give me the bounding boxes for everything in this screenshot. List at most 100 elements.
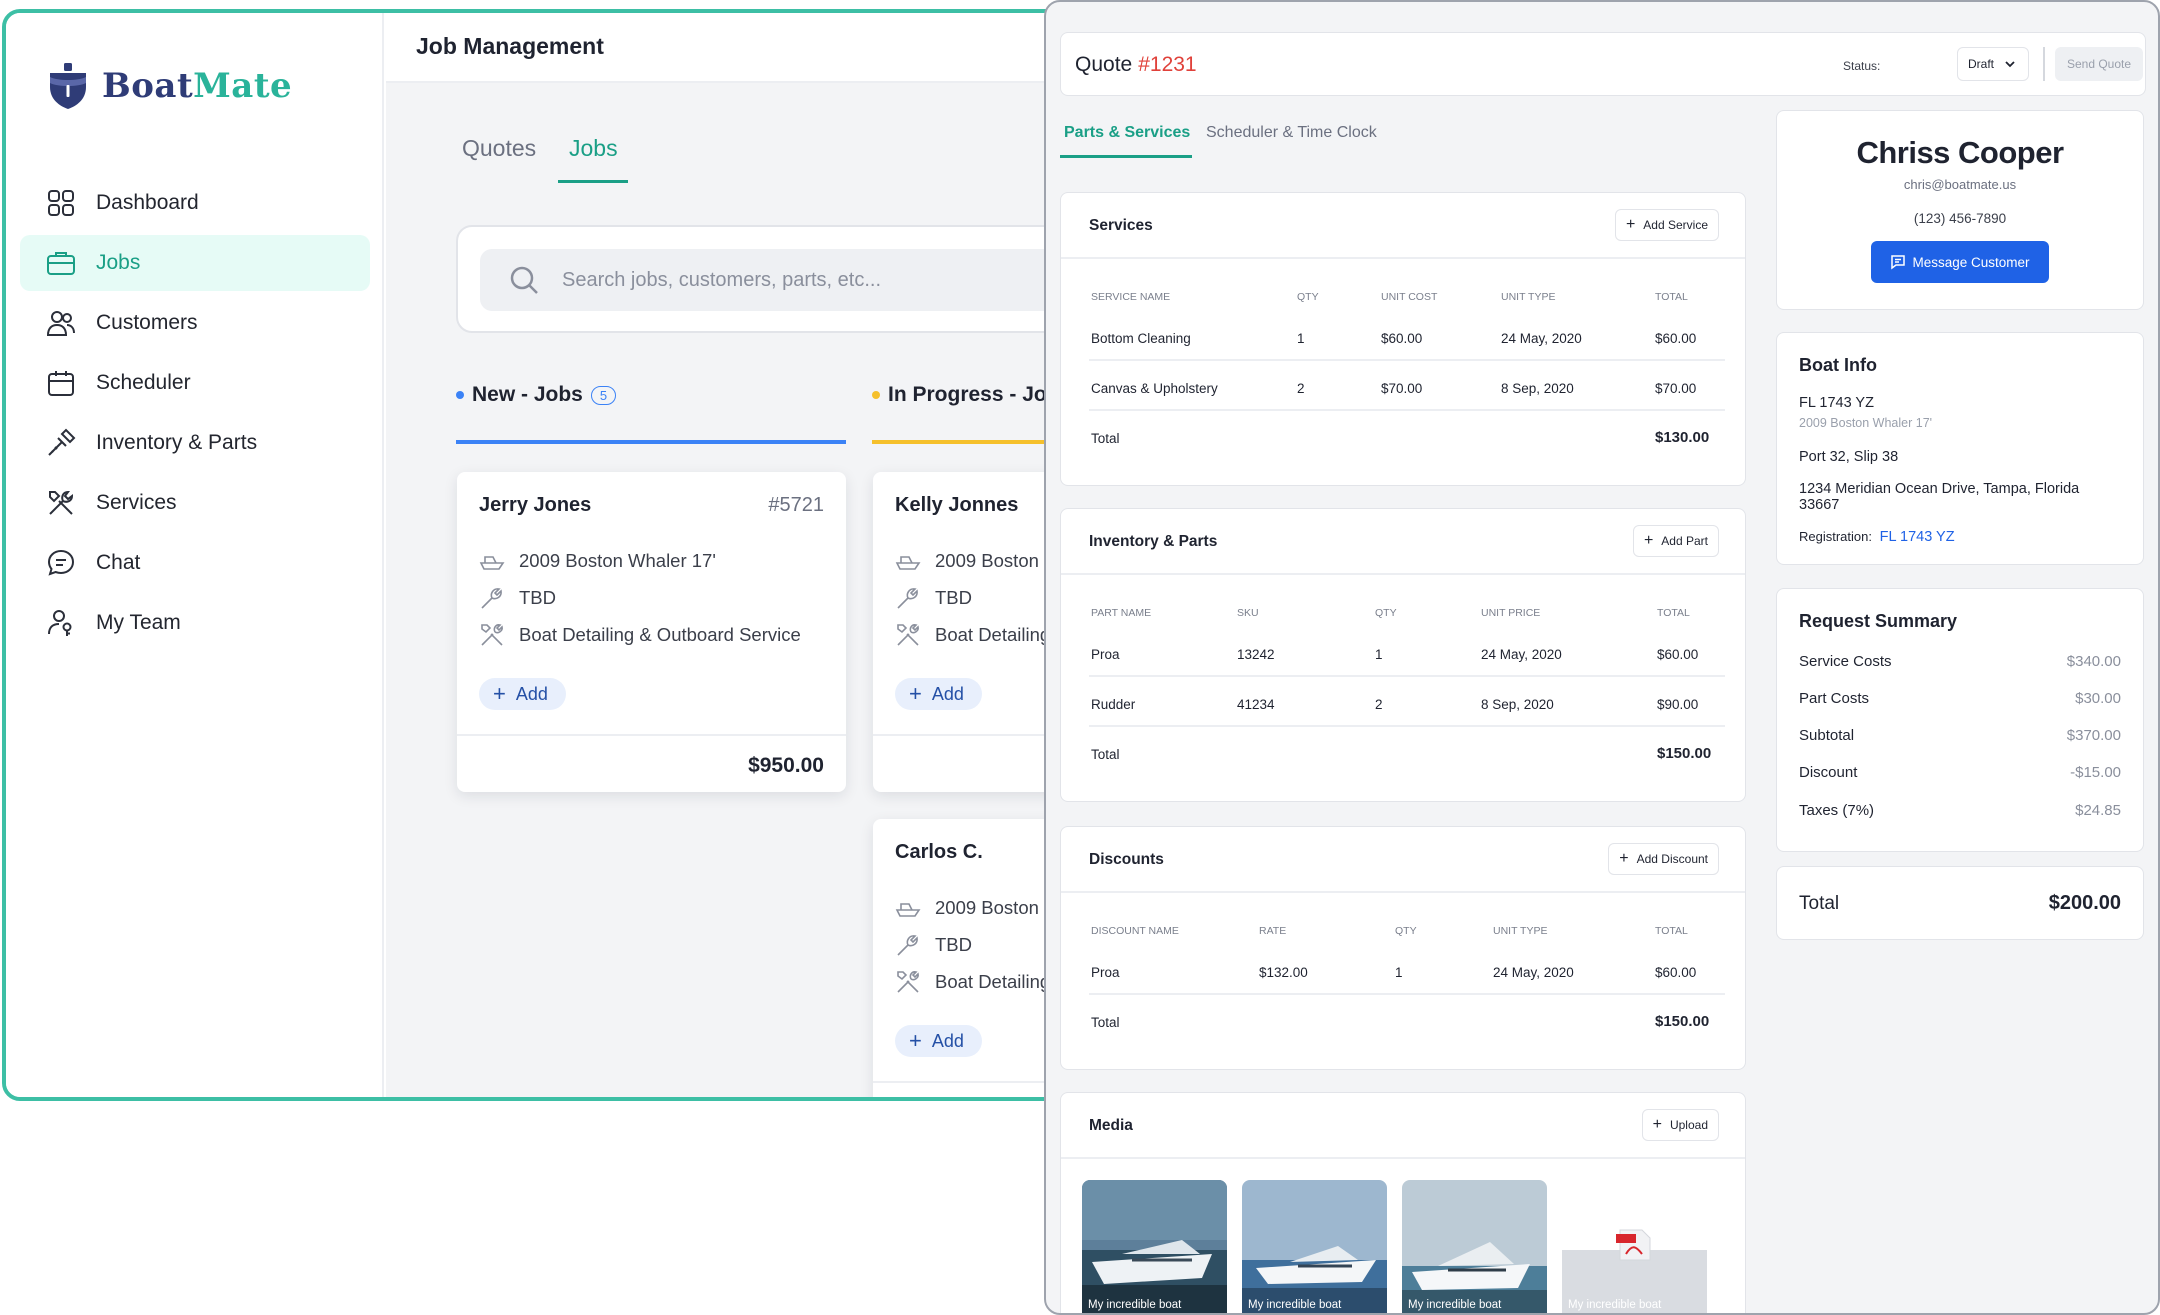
column-header: Total	[1655, 925, 1688, 937]
media-thumbnail[interactable]: My incredible boat	[1082, 1180, 1227, 1313]
media-thumbnail[interactable]: My incredible boat	[1402, 1180, 1547, 1313]
row-divider	[1089, 993, 1725, 995]
brand-name-boat: Boat	[102, 66, 194, 106]
table-cell: 8 Sep, 2020	[1481, 697, 1554, 712]
add-button[interactable]: + Add	[479, 678, 566, 710]
boat-shield-icon	[50, 63, 86, 109]
customer-name: Kelly Jonnes	[895, 494, 1019, 516]
summary-label: Part Costs	[1799, 690, 1870, 707]
boat-icon	[479, 556, 505, 570]
boat-model: 2009 Boston Whaler 17'	[1799, 416, 1933, 430]
column-header: QTY	[1297, 291, 1319, 303]
summary-value: $24.85	[2075, 802, 2121, 819]
tab-scheduler-time-clock[interactable]: Scheduler & Time Clock	[1206, 124, 1377, 142]
discounts-panel: Discounts + Add Discount Discount Name Ra…	[1060, 826, 1746, 1070]
button-label: Upload	[1669, 1118, 1708, 1132]
summary-value: -$15.00	[2070, 764, 2121, 781]
table-cell: $70.00	[1381, 381, 1423, 396]
sidebar-item-chat[interactable]: Chat	[20, 535, 370, 591]
boat-info-card: Boat Info FL 1743 YZ 2009 Boston Whaler …	[1776, 332, 2144, 565]
sidebar-item-my-team[interactable]: My Team	[20, 595, 370, 651]
tab-jobs[interactable]: Jobs	[569, 135, 618, 162]
media-thumbnail[interactable]: My incredible boat	[1562, 1180, 1707, 1313]
add-button[interactable]: + Add	[895, 678, 982, 710]
job-date: TBD	[519, 587, 556, 608]
sidebar-item-jobs[interactable]: Jobs	[20, 235, 370, 291]
add-part-button[interactable]: + Add Part	[1632, 525, 1719, 557]
plus-icon: +	[1625, 216, 1636, 233]
customer-name: Chriss Cooper	[1856, 135, 2064, 170]
column-dot	[872, 391, 880, 399]
job-date: TBD	[935, 934, 972, 955]
boat-photo	[1242, 1180, 1387, 1313]
column-header: QTY	[1395, 925, 1417, 937]
table-cell: 24 May, 2020	[1493, 965, 1574, 980]
customer-name: Jerry Jones	[479, 494, 592, 516]
total-label: Total	[1091, 747, 1120, 762]
drill-icon	[48, 428, 76, 456]
sidebar-item-label: My Team	[96, 611, 181, 634]
panel-divider	[1061, 1157, 1745, 1159]
date-line: TBD	[479, 585, 556, 611]
calendar-icon	[48, 371, 74, 396]
tab-parts-services[interactable]: Parts & Services	[1064, 124, 1190, 142]
sidebar-item-label: Chat	[96, 551, 141, 574]
sidebar-item-dashboard[interactable]: Dashboard	[20, 175, 370, 231]
sidebar-item-inventory[interactable]: Inventory & Parts	[20, 415, 370, 471]
media-caption: My incredible boat	[1568, 1299, 1662, 1311]
upload-button[interactable]: + Upload	[1641, 1109, 1719, 1141]
message-customer-button[interactable]: Message Customer	[1871, 241, 2049, 283]
row-divider	[1089, 725, 1725, 727]
add-button[interactable]: + Add	[895, 1025, 982, 1057]
boat-slip: Port 32, Slip 38	[1799, 449, 1899, 465]
tools-icon	[897, 971, 919, 993]
table-cell: 8 Sep, 2020	[1501, 381, 1574, 396]
add-discount-button[interactable]: + Add Discount	[1608, 843, 1719, 875]
job-management-window: BoatMate Dashboard Jobs Customers Schedu…	[2, 9, 1082, 1101]
table-cell: Proa	[1091, 647, 1120, 662]
add-service-button[interactable]: + Add Service	[1614, 209, 1719, 241]
panel-title: Services	[1089, 217, 1153, 234]
summary-value: $30.00	[2075, 690, 2121, 707]
boat-icon	[895, 556, 921, 570]
sidebar-item-label: Services	[96, 491, 177, 514]
wrench-icon	[481, 588, 502, 609]
search-placeholder: Search jobs, customers, parts, etc...	[562, 268, 882, 291]
sidebar-item-services[interactable]: Services	[20, 475, 370, 531]
card-divider	[457, 734, 846, 736]
inventory-parts-panel: Inventory & Parts + Add Part Part Name SK…	[1060, 508, 1746, 802]
total-label: Total	[1091, 431, 1120, 446]
column-header: SKU	[1237, 607, 1259, 619]
status-select[interactable]: Draft	[1957, 47, 2029, 81]
column-header: Total	[1657, 607, 1690, 619]
sidebar-item-scheduler[interactable]: Scheduler	[20, 355, 370, 411]
plus-icon: +	[1652, 1116, 1662, 1133]
customer-email: chris@boatmate.us	[1903, 177, 2017, 192]
quote-number: #1231	[1138, 53, 1197, 76]
tab-active-underline	[1060, 155, 1192, 158]
sidebar-item-label: Jobs	[96, 251, 141, 274]
total-value: $130.00	[1655, 429, 1710, 446]
sidebar: BoatMate Dashboard Jobs Customers Schedu…	[6, 13, 384, 1097]
registration-link[interactable]: FL 1743 YZ	[1880, 529, 1955, 545]
column-header: Discount Name	[1091, 925, 1179, 937]
send-quote-button[interactable]: Send Quote	[2055, 47, 2143, 81]
sidebar-item-label: Customers	[96, 311, 198, 334]
boat-name: 2009 Boston Whaler 17'	[519, 550, 716, 571]
column-header: QTY	[1375, 607, 1397, 619]
tab-quotes[interactable]: Quotes	[462, 135, 536, 162]
search-input[interactable]: Search jobs, customers, parts, etc...	[480, 249, 1078, 311]
sidebar-item-customers[interactable]: Customers	[20, 295, 370, 351]
table-cell: 2	[1297, 381, 1305, 396]
button-label: Message Customer	[1912, 254, 2030, 270]
media-thumbnail[interactable]: My incredible boat	[1242, 1180, 1387, 1313]
main-content: Job Management Quotes Jobs Search jobs, …	[386, 13, 1078, 1097]
boat-photo	[1082, 1180, 1227, 1313]
brand-logo[interactable]: BoatMate	[44, 61, 292, 111]
total-card: Total $200.00	[1776, 866, 2144, 940]
summary-label: Taxes (7%)	[1799, 802, 1875, 819]
job-card[interactable]: Jerry Jones #5721 2009 Boston Whaler 17'…	[457, 472, 846, 792]
tools-icon	[481, 624, 503, 646]
column-header: Part Name	[1091, 607, 1152, 619]
quote-window: Quote #1231 Status: Draft Send Quote Part…	[1044, 0, 2160, 1315]
